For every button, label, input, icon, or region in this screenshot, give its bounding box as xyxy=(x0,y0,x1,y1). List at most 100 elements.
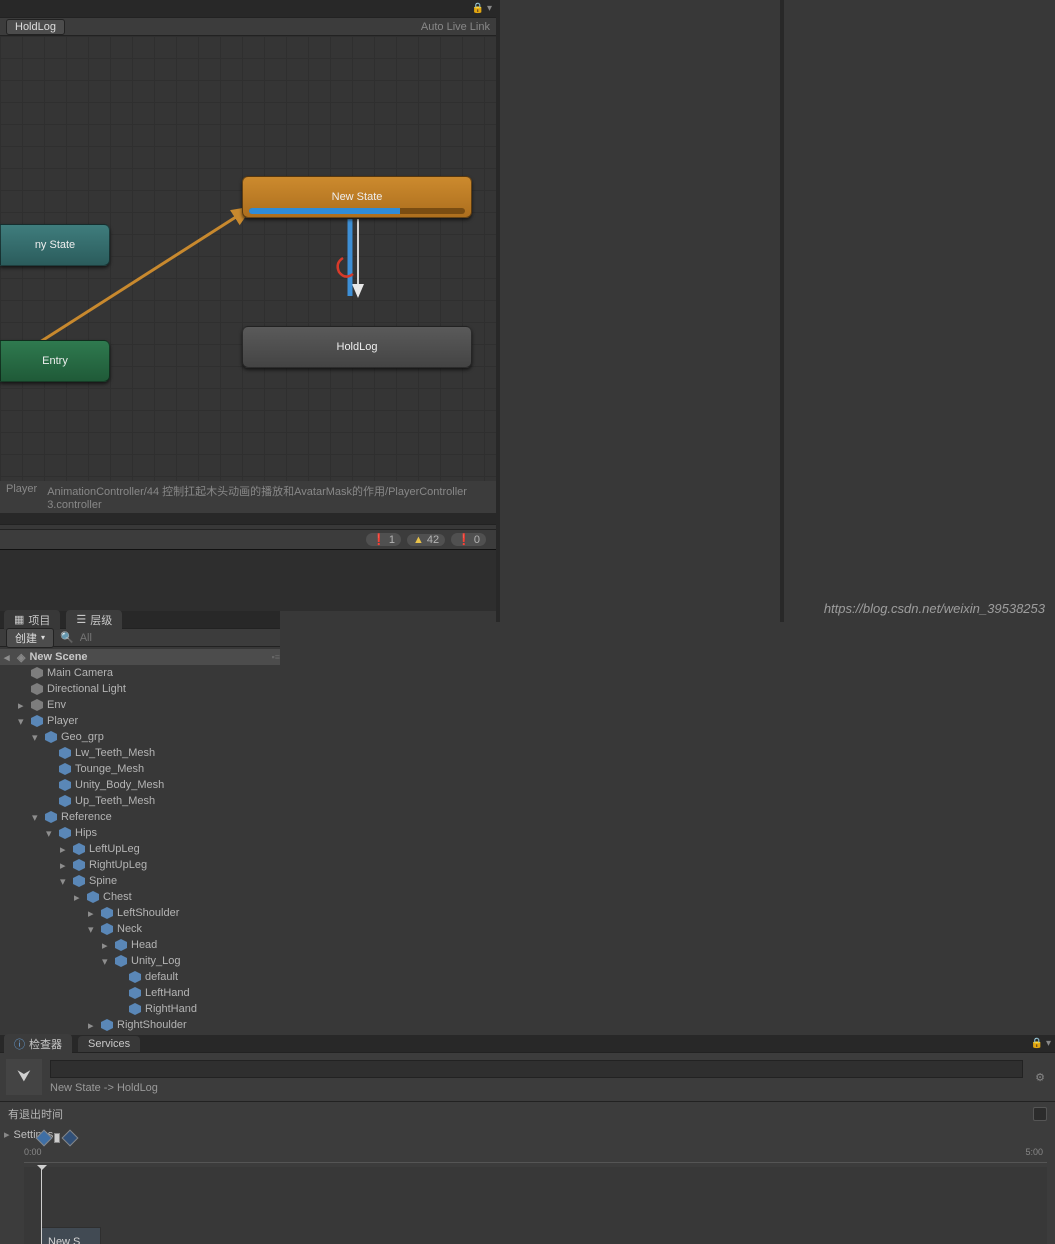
node-label: ny State xyxy=(35,239,75,251)
hierarchy-label: Lw_Teeth_Mesh xyxy=(75,747,155,759)
settings-foldout[interactable]: ▸Settings xyxy=(0,1126,1055,1143)
hierarchy-icon: ☰ xyxy=(76,613,86,626)
hierarchy-item[interactable]: ▾Unity_Log xyxy=(0,953,280,969)
gameobject-icon xyxy=(101,923,113,935)
hierarchy-item[interactable]: Directional Light xyxy=(0,681,280,697)
marker-in-icon[interactable] xyxy=(36,1130,53,1147)
hierarchy-label: Head xyxy=(131,939,157,951)
node-label: HoldLog xyxy=(337,341,378,353)
hierarchy-item[interactable]: ▸LeftShoulder xyxy=(0,905,280,921)
gameobject-icon xyxy=(59,779,71,791)
hierarchy-label: Geo_grp xyxy=(61,731,104,743)
tab-project[interactable]: ▦ 项目 xyxy=(4,610,60,630)
hierarchy-label: RightShoulder xyxy=(117,1019,187,1031)
gameobject-icon xyxy=(101,907,113,919)
gameobject-icon xyxy=(129,987,141,999)
animator-graph[interactable]: ny State Entry New State HoldLog xyxy=(0,36,496,481)
hierarchy-label: Main Camera xyxy=(47,667,113,679)
hierarchy-item[interactable]: ▾Player xyxy=(0,713,280,729)
marker-out-icon[interactable] xyxy=(62,1130,79,1147)
node-new-state[interactable]: New State xyxy=(242,176,472,218)
gameobject-icon xyxy=(129,971,141,983)
marker-playhead-icon[interactable] xyxy=(54,1133,60,1143)
tab-services[interactable]: Services xyxy=(78,1036,140,1052)
hierarchy-item[interactable]: Tounge_Mesh xyxy=(0,761,280,777)
node-entry[interactable]: Entry xyxy=(0,340,110,382)
hierarchy-item[interactable]: RightHand xyxy=(0,1001,280,1017)
transition-timeline[interactable]: 0:00 5:00 New S HoldLog xyxy=(0,1143,1055,1244)
hierarchy-item[interactable]: Lw_Teeth_Mesh xyxy=(0,745,280,761)
tab-inspector[interactable]: ⓘ 检查器 xyxy=(4,1034,72,1054)
gameobject-icon xyxy=(59,763,71,775)
lock-icon[interactable]: 🔒 ▾ xyxy=(472,3,492,14)
hierarchy-label: default xyxy=(145,971,178,983)
scene-header[interactable]: ◂ ◈ New Scene ▪≡ xyxy=(0,649,280,665)
hierarchy-item[interactable]: Unity_Body_Mesh xyxy=(0,777,280,793)
hierarchy-item[interactable]: ▾Reference xyxy=(0,809,280,825)
console-counts[interactable]: ❗1 ▲42 ❗0 xyxy=(0,529,496,549)
hierarchy-label: Neck xyxy=(117,923,142,935)
search-icon: 🔍 xyxy=(60,631,74,644)
gameobject-icon xyxy=(129,1003,141,1015)
hierarchy-item[interactable]: ▸Env xyxy=(0,697,280,713)
status-left: Player xyxy=(6,483,37,511)
hierarchy-item[interactable]: ▾Hips xyxy=(0,825,280,841)
search-input[interactable] xyxy=(80,632,274,644)
hierarchy-item[interactable]: Main Camera xyxy=(0,665,280,681)
node-progress xyxy=(249,208,465,214)
node-hold-log[interactable]: HoldLog xyxy=(242,326,472,368)
gameobject-icon xyxy=(59,747,71,759)
hierarchy-label: Up_Teeth_Mesh xyxy=(75,795,155,807)
hierarchy-item[interactable]: ▾Neck xyxy=(0,921,280,937)
hierarchy-item[interactable]: ▸LeftUpLeg xyxy=(0,841,280,857)
node-label: New State xyxy=(332,191,383,203)
unity-icon: ◈ xyxy=(17,651,25,664)
clip-source[interactable]: New S xyxy=(41,1227,101,1244)
transition-thumb: ⮟ xyxy=(6,1059,42,1095)
gameobject-icon xyxy=(73,843,85,855)
hierarchy-item[interactable]: Up_Teeth_Mesh xyxy=(0,793,280,809)
hierarchy-item[interactable]: ▸Head xyxy=(0,937,280,953)
exit-time-checkbox[interactable] xyxy=(1033,1107,1047,1121)
gameobject-icon xyxy=(31,667,43,679)
gameobject-icon xyxy=(87,891,99,903)
hierarchy-tree[interactable]: ◂ ◈ New Scene ▪≡ Main Camera Directional … xyxy=(0,647,280,1035)
watermark: https://blog.csdn.net/weixin_39538253 xyxy=(824,601,1045,616)
hierarchy-label: Hips xyxy=(75,827,97,839)
auto-live-link-toggle[interactable]: Auto Live Link xyxy=(421,21,490,33)
hierarchy-label: Env xyxy=(47,699,66,711)
transition-subtitle: New State -> HoldLog xyxy=(50,1082,1023,1094)
hierarchy-label: Chest xyxy=(103,891,132,903)
hierarchy-item[interactable]: ▸RightShoulder xyxy=(0,1017,280,1033)
folder-icon: ▦ xyxy=(14,613,24,626)
hierarchy-label: Unity_Body_Mesh xyxy=(75,779,164,791)
info-icon: ⓘ xyxy=(14,1036,25,1052)
hierarchy-label: Directional Light xyxy=(47,683,126,695)
gameobject-icon xyxy=(73,859,85,871)
hierarchy-label: Reference xyxy=(61,811,112,823)
hierarchy-item[interactable]: ▾Spine xyxy=(0,873,280,889)
hierarchy-label: LeftUpLeg xyxy=(89,843,140,855)
hierarchy-label: LeftShoulder xyxy=(117,907,179,919)
hierarchy-label: Tounge_Mesh xyxy=(75,763,144,775)
gear-icon[interactable]: ⚙ xyxy=(1031,1071,1049,1084)
hierarchy-label: Player xyxy=(47,715,78,727)
hierarchy-item[interactable]: ▾Geo_grp xyxy=(0,729,280,745)
transition-name-input[interactable] xyxy=(50,1060,1023,1078)
create-dropdown[interactable]: 创建▾ xyxy=(6,628,54,648)
prop-label-exit-time: 有退出时间 xyxy=(8,1106,1025,1122)
gameobject-icon xyxy=(115,939,127,951)
hierarchy-item[interactable]: ▸Chest xyxy=(0,889,280,905)
gameobject-icon xyxy=(45,811,57,823)
lock-icon[interactable]: 🔒 ▾ xyxy=(1031,1038,1051,1049)
hierarchy-item[interactable]: LeftHand xyxy=(0,985,280,1001)
hierarchy-item[interactable]: default xyxy=(0,969,280,985)
layer-pill[interactable]: HoldLog xyxy=(6,19,65,35)
hierarchy-label: Unity_Log xyxy=(131,955,181,967)
node-any-state[interactable]: ny State xyxy=(0,224,110,266)
tab-hierarchy[interactable]: ☰ 层级 xyxy=(66,610,122,630)
gameobject-icon xyxy=(101,1019,113,1031)
hierarchy-item[interactable]: ▸RightUpLeg xyxy=(0,857,280,873)
gameobject-icon xyxy=(73,875,85,887)
gameobject-icon xyxy=(59,795,71,807)
